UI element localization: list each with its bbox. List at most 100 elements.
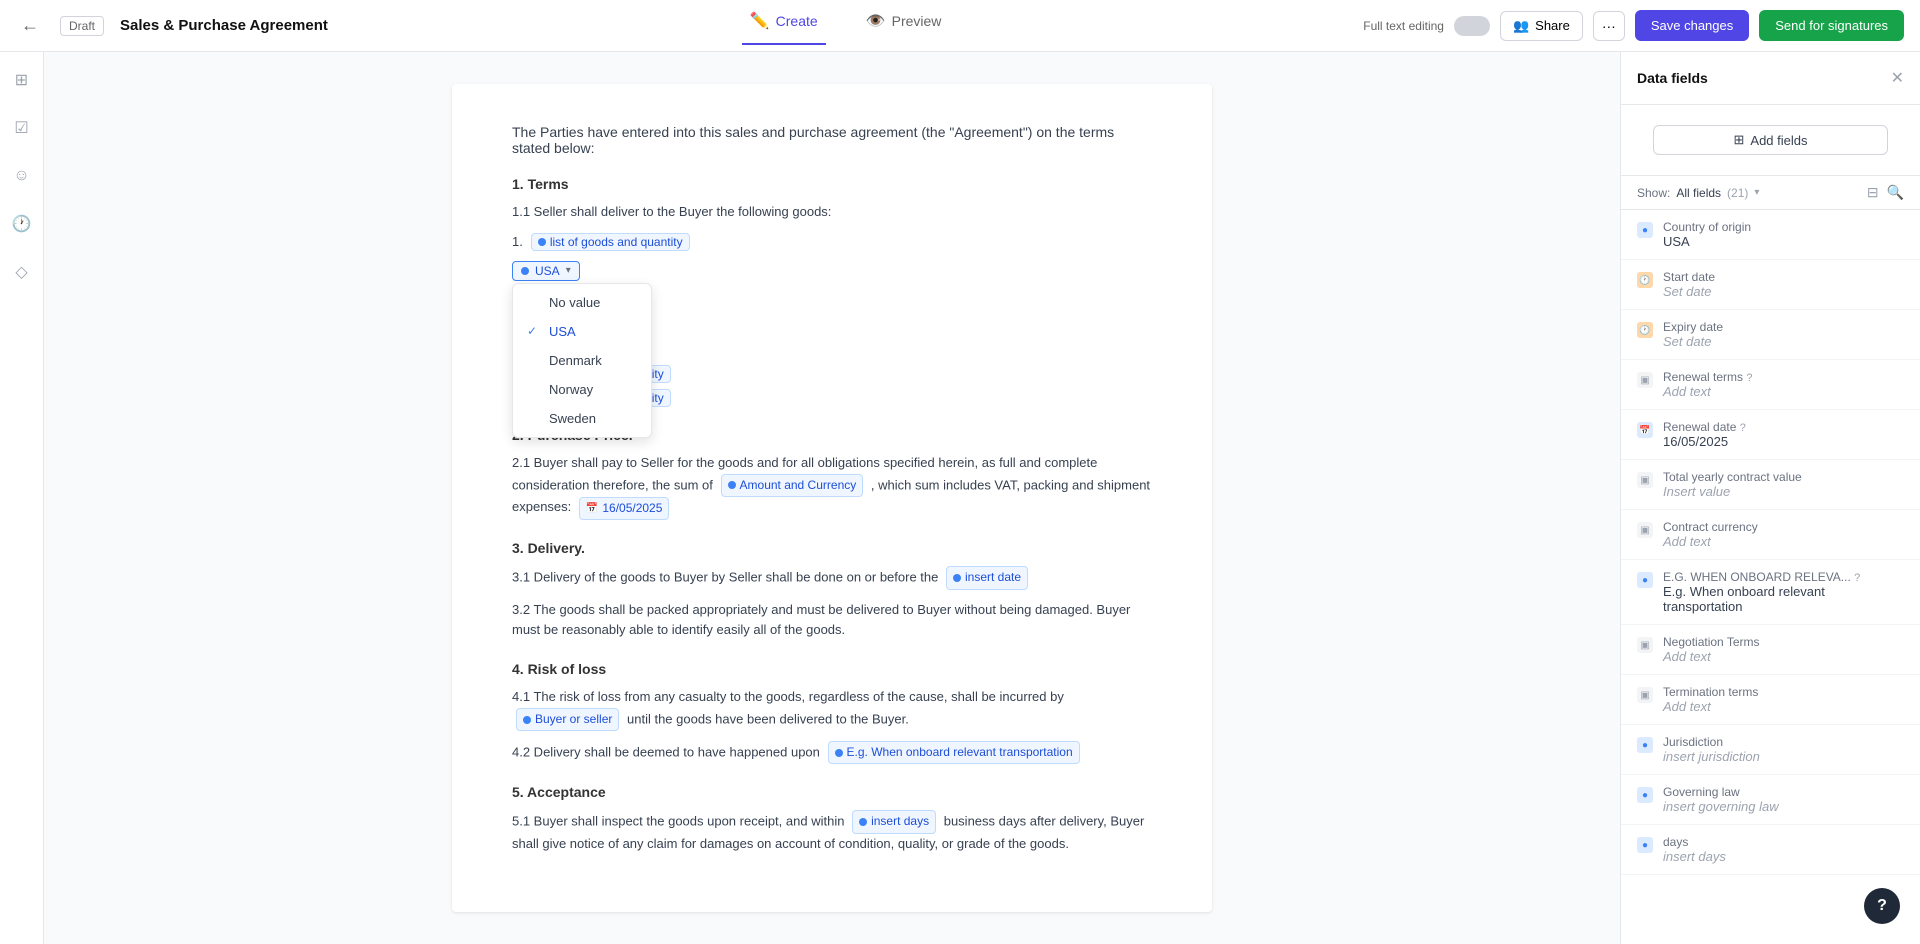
panel-icon-3[interactable]: ☺	[6, 160, 38, 192]
send-button[interactable]: Send for signatures	[1759, 10, 1904, 41]
section4-2-pre: 4.2 Delivery shall be deemed to have hap…	[512, 745, 820, 760]
field-name-contract-currency: Contract currency	[1663, 520, 1904, 534]
country-dot	[521, 267, 529, 275]
buyer-seller-chip[interactable]: Buyer or seller	[516, 708, 619, 731]
field-icon-expiry-date: 🕐	[1637, 322, 1653, 338]
field-start-date[interactable]: 🕐 Start date Set date	[1621, 260, 1920, 310]
date-chip-1[interactable]: 📅 16/05/2025	[579, 497, 670, 520]
help-icon-eg-onboard: ?	[1854, 572, 1860, 584]
field-country-of-origin[interactable]: ● Country of origin USA	[1621, 210, 1920, 260]
panel-icon-2[interactable]: ☑	[6, 112, 38, 144]
field-expiry-date[interactable]: 🕐 Expiry date Set date	[1621, 310, 1920, 360]
field-termination-terms[interactable]: ▣ Termination terms Add text	[1621, 675, 1920, 725]
amount-dot	[728, 481, 736, 489]
cal-icon-1: 📅	[586, 501, 598, 517]
dropdown-item-denmark[interactable]: Denmark	[513, 346, 651, 375]
field-renewal-terms[interactable]: ▣ Renewal terms ? Add text	[1621, 360, 1920, 410]
tab-create[interactable]: ✏️ Create	[742, 7, 826, 45]
country-arrow-icon: ▾	[566, 265, 571, 276]
field-name-governing-law: Governing law	[1663, 785, 1904, 799]
field-days[interactable]: ● days insert days	[1621, 825, 1920, 875]
amount-chip[interactable]: Amount and Currency	[721, 474, 864, 497]
onboard-chip[interactable]: E.g. When onboard relevant transportatio…	[828, 741, 1080, 764]
preview-icon: 👁️	[866, 11, 886, 31]
field-name-jurisdiction: Jurisdiction	[1663, 735, 1904, 749]
section4-title: 4. Risk of loss	[512, 661, 1152, 677]
field-value-days: insert days	[1663, 849, 1904, 864]
field-name-renewal-terms: Renewal terms ?	[1663, 370, 1904, 384]
tab-preview-label: Preview	[892, 13, 942, 29]
field-name-days: days	[1663, 835, 1904, 849]
country-selected[interactable]: USA ▾	[512, 261, 580, 281]
section4-1-pre: 4.1 The risk of loss from any casualty t…	[512, 689, 1064, 704]
sweden-label: Sweden	[549, 411, 596, 426]
back-button[interactable]: ←	[16, 12, 44, 40]
panel-icon-5[interactable]: ◇	[6, 256, 38, 288]
field-icon-start-date: 🕐	[1637, 272, 1653, 288]
add-fields-label: Add fields	[1750, 133, 1807, 148]
field-icon-governing-law: ●	[1637, 787, 1653, 803]
dropdown-item-no-value[interactable]: No value	[513, 288, 651, 317]
topbar: ← Draft Sales & Purchase Agreement ✏️ Cr…	[0, 0, 1920, 52]
tab-preview[interactable]: 👁️ Preview	[858, 7, 950, 45]
country-dropdown-menu: No value ✓ USA Denmark Norway	[512, 283, 652, 438]
field-eg-onboard[interactable]: ● E.G. WHEN ONBOARD RELEVA... ? E.g. Whe…	[1621, 560, 1920, 625]
field-name-renewal-date: Renewal date ?	[1663, 420, 1904, 434]
section5-1: 5.1 Buyer shall inspect the goods upon r…	[512, 810, 1152, 854]
panel-icon-1[interactable]: ⊞	[6, 64, 38, 96]
section2-1: 2.1 Buyer shall pay to Seller for the go…	[512, 453, 1152, 521]
field-icon-negotiation-terms: ▣	[1637, 637, 1653, 653]
field-icon-contract-currency: ▣	[1637, 522, 1653, 538]
show-value[interactable]: All fields	[1676, 186, 1721, 200]
section3-2: 3.2 The goods shall be packed appropriat…	[512, 600, 1152, 642]
days-chip[interactable]: insert days	[852, 810, 936, 833]
section4-1-post: until the goods have been delivered to t…	[627, 712, 909, 727]
field-icon-eg-onboard: ●	[1637, 572, 1653, 588]
field-icon-renewal-terms: ▣	[1637, 372, 1653, 388]
field-value-expiry-date: Set date	[1663, 334, 1904, 349]
buyer-seller-label: Buyer or seller	[535, 710, 612, 729]
full-text-toggle[interactable]	[1454, 16, 1490, 36]
field-value-governing-law: insert governing law	[1663, 799, 1904, 814]
field-value-start-date: Set date	[1663, 284, 1904, 299]
help-button[interactable]: ?	[1864, 888, 1900, 924]
no-value-label: No value	[549, 295, 600, 310]
field-value-renewal-terms: Add text	[1663, 384, 1904, 399]
field-icon-termination-terms: ▣	[1637, 687, 1653, 703]
field-total-yearly[interactable]: ▣ Total yearly contract value Insert val…	[1621, 460, 1920, 510]
insert-date-label: insert date	[965, 568, 1021, 587]
field-icon-country: ●	[1637, 222, 1653, 238]
field-renewal-date[interactable]: 📅 Renewal date ? 16/05/2025	[1621, 410, 1920, 460]
field-name-total-yearly: Total yearly contract value	[1663, 470, 1904, 484]
dropdown-item-norway[interactable]: Norway	[513, 375, 651, 404]
share-button[interactable]: 👥 Share	[1500, 11, 1583, 41]
days-dot	[859, 818, 867, 826]
save-button[interactable]: Save changes	[1635, 10, 1749, 41]
dropdown-item-usa[interactable]: ✓ USA	[513, 317, 651, 346]
add-fields-button[interactable]: ⊞ Add fields	[1653, 125, 1888, 155]
section3-1-pre: 3.1 Delivery of the goods to Buyer by Se…	[512, 570, 938, 585]
section3-1: 3.1 Delivery of the goods to Buyer by Se…	[512, 566, 1152, 589]
create-icon: ✏️	[750, 11, 770, 31]
share-label: Share	[1535, 18, 1570, 33]
insert-date-chip[interactable]: insert date	[946, 566, 1028, 589]
dropdown-item-sweden[interactable]: Sweden	[513, 404, 651, 433]
doc-area: The Parties have entered into this sales…	[44, 52, 1620, 944]
search-icon[interactable]: 🔍	[1887, 184, 1904, 201]
doc-intro: The Parties have entered into this sales…	[512, 124, 1152, 156]
more-button[interactable]: ···	[1593, 11, 1625, 41]
section1-title: 1. Terms	[512, 176, 1152, 192]
field-contract-currency[interactable]: ▣ Contract currency Add text	[1621, 510, 1920, 560]
show-count: (21)	[1727, 186, 1748, 200]
fields-list: ● Country of origin USA 🕐 Start date Set…	[1621, 210, 1920, 944]
main: ⊞ ☑ ☺ 🕐 ◇ The Parties have entered into …	[0, 52, 1920, 944]
sidebar: Data fields ✕ ⊞ Add fields Show: All fie…	[1620, 52, 1920, 944]
sidebar-close-button[interactable]: ✕	[1891, 68, 1904, 88]
field-jurisdiction[interactable]: ● Jurisdiction insert jurisdiction	[1621, 725, 1920, 775]
field-name-start-date: Start date	[1663, 270, 1904, 284]
filter-icon[interactable]: ⊟	[1867, 184, 1879, 201]
panel-icon-4[interactable]: 🕐	[6, 208, 38, 240]
field-negotiation-terms[interactable]: ▣ Negotiation Terms Add text	[1621, 625, 1920, 675]
field-governing-law[interactable]: ● Governing law insert governing law	[1621, 775, 1920, 825]
list-goods-chip-1[interactable]: list of goods and quantity	[531, 233, 690, 251]
